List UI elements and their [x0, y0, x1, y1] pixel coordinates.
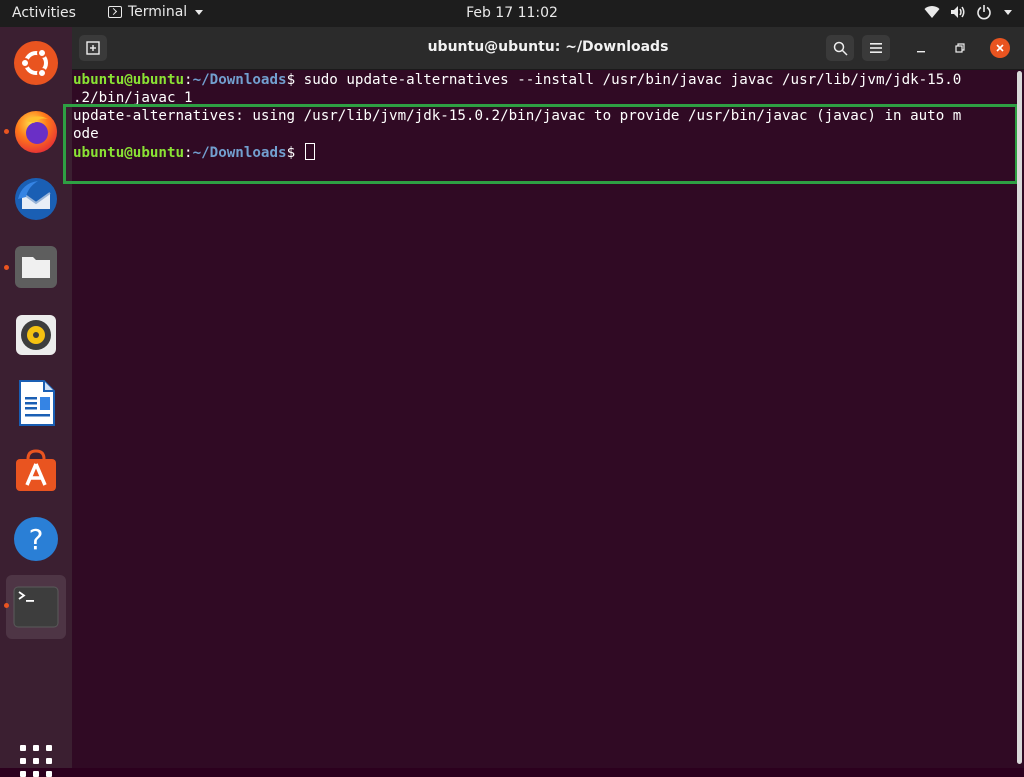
prompt-colon: : — [184, 72, 193, 88]
close-button[interactable] — [990, 38, 1010, 58]
terminal-line: ubuntu@ubuntu:~/Downloads$ sudo update-a… — [73, 71, 1013, 89]
thunderbird-icon — [15, 178, 57, 220]
running-indicator — [4, 603, 9, 608]
volume-icon — [951, 6, 965, 18]
dock-firefox[interactable] — [6, 101, 66, 161]
dock-ubuntu-software[interactable] — [6, 441, 66, 501]
dock-help[interactable]: ? — [6, 509, 66, 569]
prompt-dollar: $ — [286, 72, 296, 88]
command-text: sudo update-alternatives --install /usr/… — [295, 72, 962, 88]
search-button[interactable] — [826, 35, 854, 61]
app-menu[interactable]: Terminal — [108, 4, 204, 20]
wifi-icon — [924, 6, 940, 19]
new-tab-button[interactable] — [79, 35, 107, 61]
hamburger-icon — [870, 43, 882, 53]
maximize-button[interactable] — [950, 38, 970, 58]
caret-down-icon — [195, 9, 204, 15]
ubuntu-logo-icon — [14, 41, 58, 85]
help-icon: ? — [14, 517, 58, 561]
menu-button[interactable] — [862, 35, 890, 61]
svg-text:?: ? — [29, 523, 44, 556]
dock-ubuntu-logo[interactable] — [6, 33, 66, 93]
minimize-button[interactable] — [911, 38, 931, 58]
prompt-path: ~/Downloads — [192, 72, 287, 88]
power-icon — [977, 5, 991, 20]
minimize-icon — [917, 51, 925, 53]
writer-document-icon — [19, 380, 55, 426]
dock: ? — [0, 27, 72, 777]
activities-button[interactable]: Activities — [12, 5, 76, 21]
system-tray[interactable] — [924, 4, 1012, 20]
running-indicator — [4, 265, 9, 270]
prompt-user: ubuntu@ubuntu — [73, 72, 185, 88]
show-applications-button[interactable] — [20, 745, 52, 777]
dock-libreoffice-writer[interactable] — [6, 373, 66, 433]
chevron-down-icon — [1004, 9, 1012, 15]
terminal-icon — [108, 6, 122, 18]
app-menu-label: Terminal — [128, 4, 188, 20]
firefox-icon — [15, 111, 57, 153]
search-icon — [833, 41, 848, 56]
software-bag-icon — [16, 449, 56, 491]
restore-icon — [955, 43, 965, 53]
terminal-app-icon — [13, 586, 59, 628]
close-icon — [996, 44, 1004, 52]
top-bar: Activities Terminal Feb 17 11:02 — [0, 0, 1024, 27]
output-highlight-box — [63, 104, 1018, 184]
title-bar[interactable]: ubuntu@ubuntu: ~/Downloads — [72, 27, 1024, 70]
dock-terminal[interactable] — [6, 575, 66, 639]
scrollbar[interactable] — [1017, 71, 1022, 764]
dock-files[interactable] — [6, 237, 66, 297]
rhythmbox-icon — [16, 315, 56, 355]
dock-rhythmbox[interactable] — [6, 305, 66, 365]
folder-icon — [15, 246, 57, 288]
terminal-window: ubuntu@ubuntu: ~/Downloads ubuntu@ubuntu… — [63, 27, 1024, 768]
new-tab-icon — [86, 41, 100, 55]
dock-thunderbird[interactable] — [6, 169, 66, 229]
